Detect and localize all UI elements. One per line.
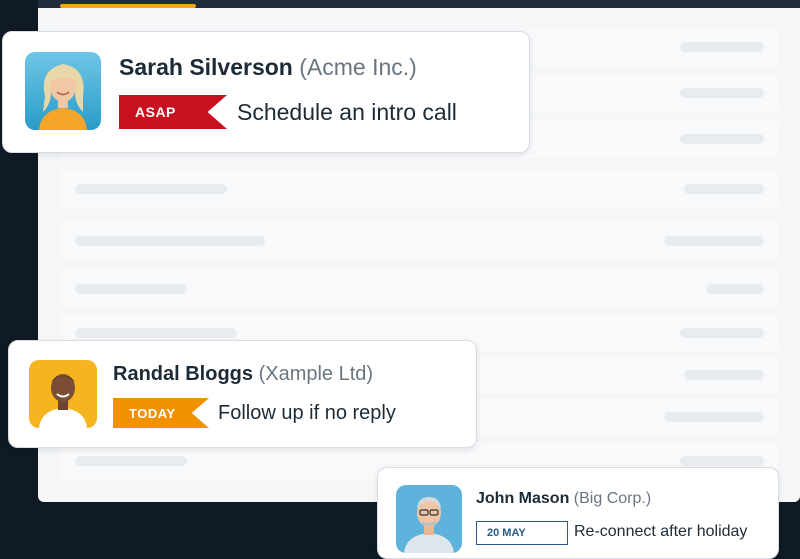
contact-heading: John Mason (Big Corp.) xyxy=(476,490,651,508)
contact-company: (Big Corp.) xyxy=(573,490,652,507)
contact-name[interactable]: Randal Bloggs xyxy=(113,363,253,385)
due-date-badge: 20 MAY xyxy=(476,521,568,545)
older-man-avatar-icon xyxy=(396,485,462,553)
contact-name[interactable]: John Mason xyxy=(476,490,569,507)
contact-company: (Acme Inc.) xyxy=(299,54,417,80)
contact-task-card[interactable]: John Mason (Big Corp.) 20 MAY Re-connect… xyxy=(377,467,779,559)
contact-task-card[interactable]: Randal Bloggs (Xample Ltd) TODAY Follow … xyxy=(8,340,477,448)
contact-heading: Randal Bloggs (Xample Ltd) xyxy=(113,363,373,386)
task-description[interactable]: Schedule an intro call xyxy=(237,99,457,126)
woman-avatar-icon xyxy=(25,52,101,130)
contact-name[interactable]: Sarah Silverson xyxy=(119,54,293,80)
priority-badge: ASAP xyxy=(119,95,227,129)
man-avatar-icon xyxy=(29,360,97,428)
contact-company: (Xample Ltd) xyxy=(258,363,374,385)
contact-task-card[interactable]: Sarah Silverson (Acme Inc.) ASAP Schedul… xyxy=(2,31,530,153)
skeleton-row xyxy=(60,270,778,308)
skeleton-row xyxy=(60,222,778,260)
contact-heading: Sarah Silverson (Acme Inc.) xyxy=(119,54,417,81)
priority-badge: TODAY xyxy=(113,398,209,428)
task-description[interactable]: Follow up if no reply xyxy=(218,402,396,425)
skeleton-row xyxy=(60,170,778,208)
task-description[interactable]: Re-connect after holiday xyxy=(574,523,747,541)
